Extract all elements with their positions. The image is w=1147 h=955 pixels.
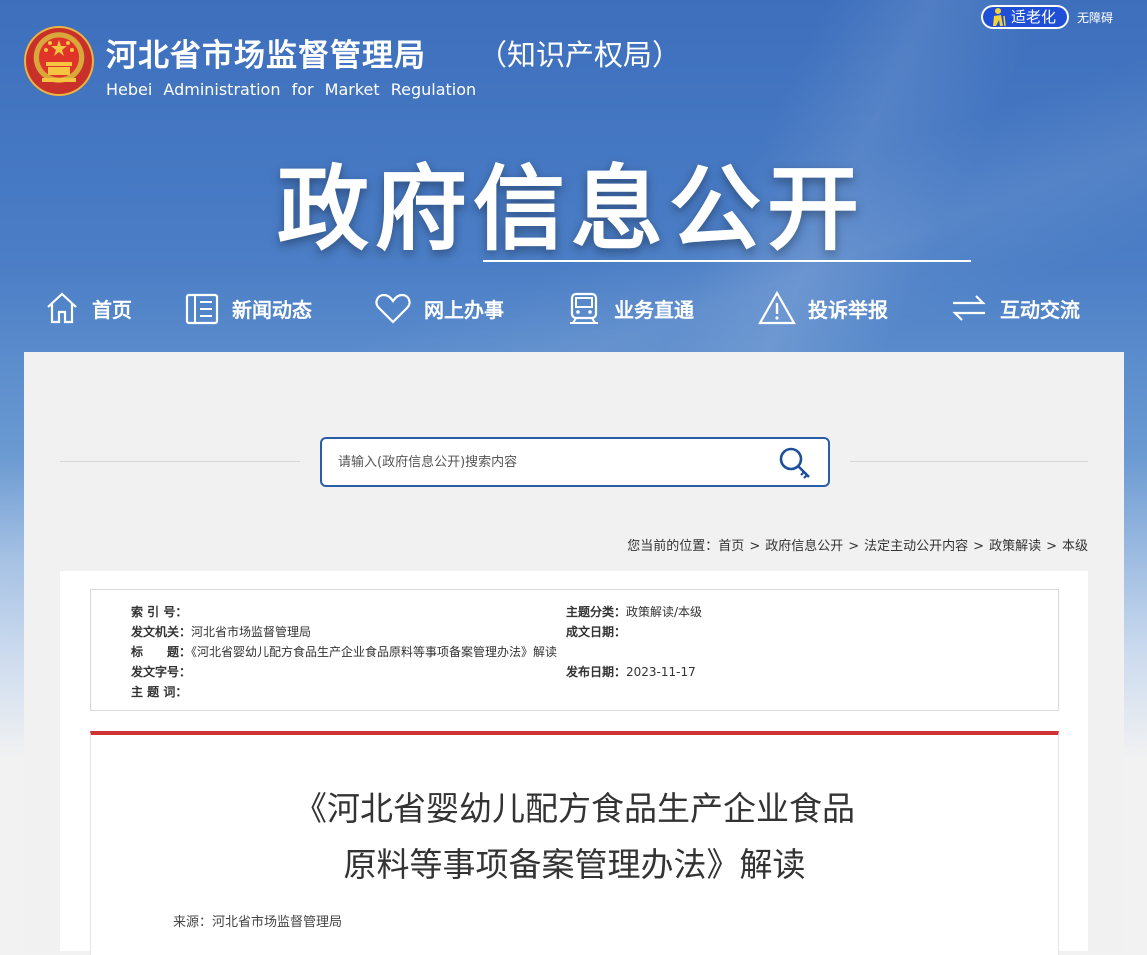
nav-item-complaint[interactable]: 投诉举报 (758, 285, 888, 331)
national-emblem-icon (24, 26, 94, 96)
main-nav: 首页 新闻动态 网上办事 业务直通 投诉举报 互动交流 (0, 285, 1147, 335)
train-icon (570, 292, 598, 324)
elder-mode-label: 适老化 (1011, 8, 1057, 26)
article-title-line: 《河北省婴幼儿配方食品生产企业食品 (294, 789, 855, 828)
meta-label: 发文机关： (131, 625, 192, 639)
home-icon (47, 292, 77, 324)
breadcrumb-item[interactable]: 本级 (1062, 539, 1088, 554)
nav-item-online-service[interactable]: 网上办事 (374, 285, 504, 331)
nav-item-home[interactable]: 首页 (44, 285, 132, 331)
breadcrumb: 您当前的位置：首页 > 政府信息公开 > 法定主动公开内容 > 政策解读 > 本级 (627, 535, 1088, 554)
search-input[interactable] (336, 449, 760, 475)
breadcrumb-separator: > (848, 539, 860, 554)
site-title[interactable]: 河北省市场监督管理局 (106, 30, 426, 75)
news-icon (185, 293, 219, 325)
breadcrumb-separator: > (749, 539, 761, 554)
site-title-suffix: （知识产权局） (478, 38, 682, 72)
meta-label: 发文字号： (131, 665, 192, 679)
title-divider (483, 260, 971, 262)
meta-published: 发布日期：2023-11-17 (566, 663, 696, 680)
meta-topic: 主题分类：政策解读/本级 (566, 603, 702, 620)
site-subtitle: Hebei Administration for Market Regulati… (106, 80, 477, 99)
meta-label: 成文日期： (566, 625, 627, 639)
meta-created: 成文日期： (566, 623, 626, 640)
meta-label: 标 题： (131, 645, 192, 659)
exchange-icon (952, 295, 986, 321)
meta-label: 主 题 词： (131, 685, 188, 699)
accessibility-link[interactable]: 无障碍 (1077, 9, 1113, 26)
breadcrumb-item[interactable]: 首页 (718, 539, 744, 554)
meta-label: 索 引 号： (131, 605, 188, 619)
meta-value: 《河北省婴幼儿配方食品生产企业食品原料等事项备案管理办法》解读 (191, 645, 558, 659)
breadcrumb-prefix: 您当前的位置： (627, 539, 719, 554)
meta-issuer: 发文机关：河北省市场监督管理局 (131, 623, 311, 640)
meta-value: 河北省市场监督管理局 (191, 625, 312, 639)
article-source: 来源：河北省市场监督管理局 (173, 915, 343, 930)
search-divider-left (60, 461, 300, 462)
warning-icon (758, 290, 796, 325)
heart-icon (375, 293, 411, 324)
breadcrumb-item[interactable]: 法定主动公开内容 (864, 539, 968, 554)
meta-label: 主题分类： (566, 605, 627, 619)
search-divider-right (850, 461, 1088, 462)
nav-label: 新闻动态 (232, 297, 312, 322)
breadcrumb-item[interactable]: 政府信息公开 (765, 539, 843, 554)
elder-person-icon (987, 6, 1009, 28)
metadata-box: 索 引 号： 主题分类：政策解读/本级 发文机关：河北省市场监督管理局 成文日期… (90, 589, 1059, 711)
nav-item-news[interactable]: 新闻动态 (184, 285, 312, 331)
meta-index: 索 引 号： (131, 603, 187, 620)
article-title: 《河北省婴幼儿配方食品生产企业食品 原料等事项备案管理办法》解读 (91, 781, 1058, 893)
section-title: 政府信息公开 (277, 156, 866, 263)
meta-doc-number: 发文字号： (131, 663, 191, 680)
nav-item-business[interactable]: 业务直通 (566, 285, 694, 331)
nav-label: 网上办事 (424, 297, 504, 322)
meta-value: 2023-11-17 (626, 665, 696, 679)
nav-label: 投诉举报 (808, 297, 888, 322)
article: 《河北省婴幼儿配方食品生产企业食品 原料等事项备案管理办法》解读 来源：河北省市… (90, 731, 1059, 955)
nav-label: 业务直通 (614, 297, 694, 322)
meta-label: 发布日期： (566, 665, 627, 679)
breadcrumb-item[interactable]: 政策解读 (989, 539, 1041, 554)
search-icon[interactable] (777, 445, 813, 479)
elder-mode-button[interactable]: 适老化 (981, 5, 1069, 29)
meta-value: 政策解读/本级 (626, 605, 703, 619)
search-box (320, 437, 830, 487)
breadcrumb-separator: > (973, 539, 985, 554)
article-title-line: 原料等事项备案管理办法》解读 (343, 845, 806, 884)
nav-label: 互动交流 (1000, 297, 1080, 322)
nav-item-interaction[interactable]: 互动交流 (950, 285, 1080, 331)
nav-label: 首页 (92, 297, 132, 322)
meta-title: 标 题：《河北省婴幼儿配方食品生产企业食品原料等事项备案管理办法》解读 (131, 643, 557, 660)
meta-keywords: 主 题 词： (131, 683, 187, 700)
breadcrumb-separator: > (1046, 539, 1057, 554)
